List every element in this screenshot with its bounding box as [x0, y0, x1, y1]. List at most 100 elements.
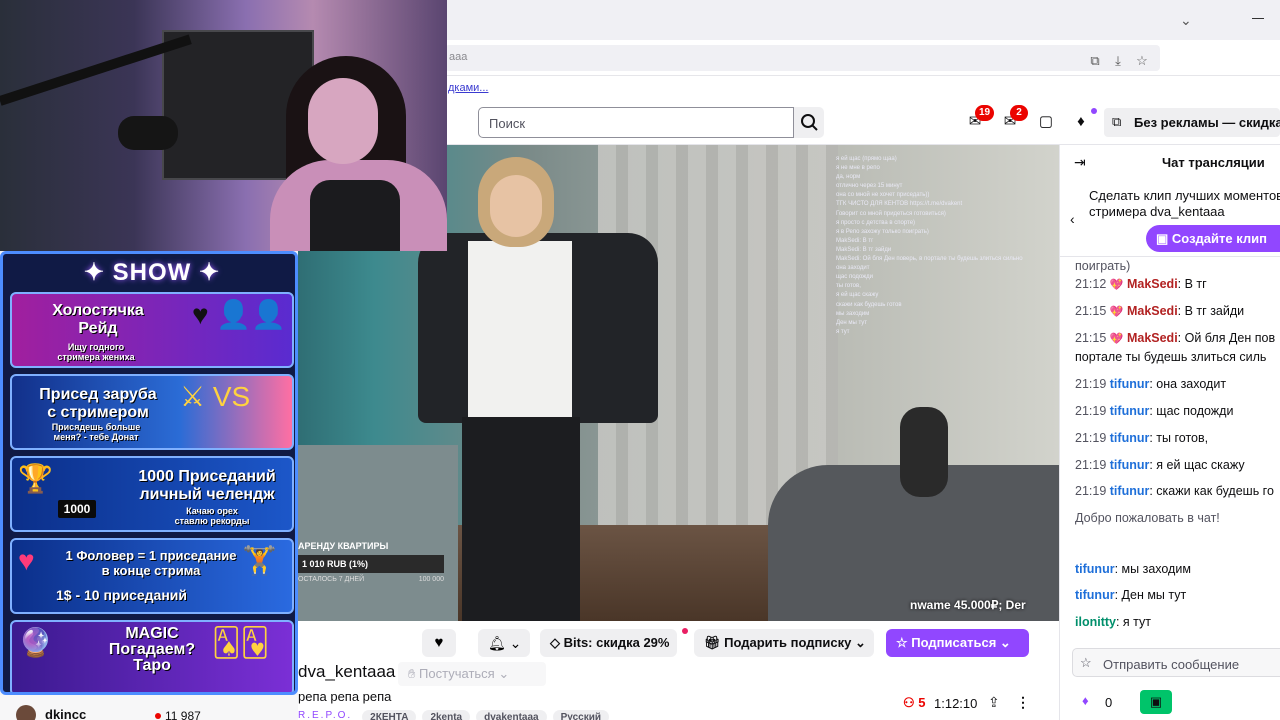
heart-icon: ♥: [18, 545, 35, 576]
notifications-button[interactable]: ✉ 19: [964, 105, 995, 133]
knock-icon: ✋︎: [408, 666, 416, 681]
chat-username[interactable]: ilonitty: [1075, 615, 1116, 629]
overlay-chat: я ей щас (прямо щаа) я не мне в репо да,…: [836, 155, 1058, 337]
chat-username[interactable]: tifunur: [1110, 431, 1150, 445]
channel-name[interactable]: dva_kentaaa: [298, 662, 395, 682]
adfree-button[interactable]: ⧉ Без рекламы — скидка: [1104, 108, 1280, 137]
category-link[interactable]: R.E.P.O.: [298, 710, 356, 720]
crystal-ball-icon: 🔮: [18, 627, 53, 658]
chat-text: Ой бля Ден пов: [1184, 331, 1276, 345]
chat-username[interactable]: tifunur: [1110, 458, 1150, 472]
cohost-face: [308, 78, 378, 164]
notifications-badge: 19: [975, 105, 995, 121]
chat-input[interactable]: ☆ Отправить сообщение: [1072, 648, 1280, 677]
chat-message: 21:19 tifunur: я ей щас скажу: [1075, 458, 1245, 472]
tarot-cards-icon: 🂡🂱: [212, 627, 270, 658]
minimize-icon[interactable]: [1252, 18, 1264, 19]
tag[interactable]: Русский: [552, 710, 610, 720]
stream-tags: R.E.P.O. 2КЕНТА 2kenta dvakentaaa Русски…: [298, 710, 610, 720]
channel-points-icon[interactable]: ♦: [1082, 693, 1089, 708]
chat-username[interactable]: MakSedi: [1127, 304, 1178, 318]
chat-message: 21:19 tifunur: она заходит: [1075, 377, 1227, 391]
badge-star-icon[interactable]: ☆: [1080, 655, 1092, 671]
cohost-top: [310, 180, 400, 251]
notifications-toggle[interactable]: 🔔︎ ⌄: [478, 629, 530, 657]
gift-label: Подарить подписку: [724, 635, 852, 650]
overlay-chat-line: ты готов,: [836, 283, 861, 290]
search-input[interactable]: Поиск: [478, 107, 794, 138]
chat-timestamp: 21:12: [1075, 277, 1107, 291]
donation-title: АРЕНДУ КВАРТИРЫ: [298, 541, 389, 551]
chat-timestamp: 21:15: [1075, 304, 1107, 318]
chat-username[interactable]: tifunur: [1110, 404, 1150, 418]
chat-text: В тг зайди: [1184, 304, 1245, 318]
panel-1000-squats: 1000 Приседаний личный челендж Качаю оре…: [10, 456, 294, 532]
sidebar-channel-item[interactable]: dkincc 11 987: [0, 695, 298, 720]
star-icon: ☆: [896, 635, 908, 650]
donation-days-left: ОСТАЛОСЬ 7 ДНЕЙ: [298, 576, 365, 583]
stream-title: репа репа репа: [298, 689, 392, 704]
gift-button[interactable]: ▣: [1140, 690, 1172, 714]
chat-username[interactable]: tifunur: [1075, 588, 1115, 602]
chat-username[interactable]: MakSedi: [1127, 277, 1178, 291]
search-button[interactable]: [794, 107, 824, 138]
drops-dot: [1091, 108, 1097, 114]
silhouettes-icon: ♥ 👤👤: [192, 299, 287, 330]
collapse-chat-icon[interactable]: ⇥: [1074, 154, 1086, 171]
more-options-icon[interactable]: ⋮: [1016, 694, 1030, 711]
chat-username[interactable]: tifunur: [1110, 377, 1150, 391]
chat-text: ты готов,: [1156, 431, 1209, 445]
whispers-button[interactable]: ▢: [1035, 111, 1057, 133]
donation-amount: 1 010 RUB (1%): [298, 555, 444, 573]
chevron-down-icon: ⌄: [854, 635, 866, 650]
share-icon[interactable]: ⇪: [988, 694, 1000, 711]
tag[interactable]: 2kenta: [422, 710, 471, 720]
streamer-pants: [462, 417, 580, 621]
bookmark-star-icon[interactable]: ☆: [1135, 54, 1149, 68]
overlay-chat-line: она заходит: [836, 265, 870, 272]
subscribe-button[interactable]: ☆ Подписаться ⌄: [886, 629, 1029, 657]
search-icon: [801, 114, 818, 131]
chat-username[interactable]: tifunur: [1075, 562, 1115, 576]
inbox-badge: 2: [1010, 105, 1028, 121]
heart-icon: ♥: [434, 634, 444, 651]
trophy-icon: 🏆: [18, 463, 53, 494]
show-panels-overlay: ✦ SHOW ✦ Холостячка Рейд Ищу годного стр…: [0, 251, 298, 695]
chat-text: мы заходим: [1121, 562, 1191, 576]
panel-title: Присед заруба с стримером: [39, 386, 157, 421]
chat-message: 21:15 💖 MakSedi: В тг зайди: [1075, 304, 1245, 318]
chat-username[interactable]: tifunur: [1110, 484, 1150, 498]
chat-text: щас подожди: [1156, 404, 1234, 418]
chat-input-placeholder: Отправить сообщение: [1103, 657, 1240, 672]
overlay-chat-line: Ден мы тут: [836, 319, 868, 326]
chat-message-continuation: портале ты будешь злиться силь: [1075, 350, 1267, 364]
crown-icon: ♦: [1077, 113, 1085, 130]
knock-button[interactable]: ✋︎ Постучаться ⌄: [398, 662, 546, 686]
chat-message: 21:15 💖 MakSedi: Ой бля Ден пов: [1075, 331, 1276, 345]
bits-button[interactable]: ◇ Bits: скидка 29%: [540, 629, 678, 657]
overlay-chat-line: я тут: [836, 328, 850, 335]
chat-username[interactable]: MakSedi: [1127, 331, 1178, 345]
create-clip-button[interactable]: ▣ Создайте клип: [1146, 225, 1280, 252]
screen: ⌄ aaa ⧉ ⤓ ☆ дками... Поиск ✉ 19 ✉ 2 ▢ ♦ …: [0, 0, 1280, 720]
tab-list-chevron-icon[interactable]: ⌄: [1180, 12, 1192, 29]
create-clip-label: Создайте клип: [1171, 231, 1267, 246]
translate-icon[interactable]: ⧉: [1088, 54, 1102, 68]
knock-label: Постучаться: [419, 666, 495, 681]
bookmark-link[interactable]: дками...: [448, 82, 488, 94]
drops-button[interactable]: ♦: [1070, 111, 1092, 133]
viewer-count-value: 5: [918, 695, 926, 710]
follow-button[interactable]: ♥: [422, 629, 456, 657]
chevron-left-icon[interactable]: ‹: [1070, 211, 1075, 227]
download-icon[interactable]: ⤓: [1111, 54, 1125, 68]
tag[interactable]: dvakentaaa: [476, 710, 547, 720]
tag[interactable]: 2КЕНТА: [362, 710, 417, 720]
url-field[interactable]: aaa ⧉ ⤓ ☆: [445, 45, 1160, 71]
overlay-chat-line: MakSedi: В тг: [836, 237, 874, 244]
gift-sub-button[interactable]: 🎁︎ Подарить подписку ⌄: [694, 629, 874, 657]
overlay-chat-line: я ей щас скажу: [836, 292, 879, 299]
chat-timestamp: 21:19: [1075, 458, 1107, 472]
bed: [298, 445, 458, 621]
badge-heart-icon: 💖: [1109, 279, 1124, 291]
inbox-button[interactable]: ✉ 2: [999, 105, 1028, 133]
